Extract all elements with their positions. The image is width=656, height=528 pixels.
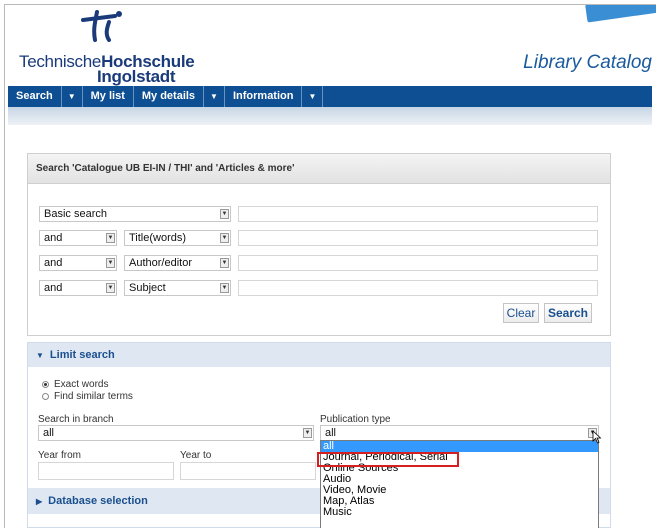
search-input-1[interactable] (238, 206, 598, 222)
chevron-down-icon: ▼ (106, 283, 115, 293)
logo-text-line2: Ingolstadt (97, 67, 176, 86)
search-field-select-4[interactable]: Subject ▼ (124, 280, 231, 296)
thi-logo-icon (81, 10, 122, 42)
radio-checked-icon (42, 381, 49, 388)
branch-select[interactable]: all ▼ (38, 425, 314, 441)
search-button[interactable]: Search (544, 303, 592, 323)
nav-my-list[interactable]: My list (83, 86, 134, 107)
caret-down-icon: ▼ (36, 351, 44, 360)
limit-search-toggle[interactable]: ▼ Limit search (28, 343, 610, 367)
nav-information[interactable]: Information (225, 86, 303, 107)
search-field-select-2[interactable]: Title(words) ▼ (124, 230, 231, 246)
nav-my-details-dropdown-icon[interactable]: ▼ (204, 86, 225, 107)
search-input-4[interactable] (238, 280, 598, 296)
chevron-down-icon: ▼ (220, 233, 229, 243)
search-field-select-3[interactable]: Author/editor ▼ (124, 255, 231, 271)
corner-swoosh (585, 5, 656, 23)
chevron-down-icon: ▼ (303, 428, 312, 438)
publication-type-label: Publication type (320, 414, 391, 425)
search-field-select-1[interactable]: Basic search ▼ (39, 206, 231, 222)
mouse-cursor-icon (592, 430, 602, 444)
chevron-down-icon: ▼ (220, 283, 229, 293)
radio-exact-words[interactable]: Exact words (42, 379, 108, 390)
nav-information-dropdown-icon[interactable]: ▼ (302, 86, 324, 107)
chevron-down-icon: ▼ (220, 258, 229, 268)
nav-search[interactable]: Search (8, 86, 62, 107)
operator-select-3[interactable]: and ▼ (39, 255, 117, 271)
chevron-down-icon: ▼ (220, 209, 229, 219)
year-to-label: Year to (180, 450, 212, 461)
publication-type-select[interactable]: all ▼ (320, 425, 599, 441)
catalog-title: Library Catalog (523, 52, 652, 73)
highlight-annotation-box (317, 452, 459, 467)
pubtype-option-map[interactable]: Map, Atlas (321, 496, 598, 507)
year-from-label: Year from (38, 450, 81, 461)
year-to-input[interactable] (180, 462, 316, 480)
nav-search-dropdown-icon[interactable]: ▼ (62, 86, 83, 107)
caret-right-icon: ▶ (36, 497, 43, 506)
operator-select-2[interactable]: and ▼ (39, 230, 117, 246)
search-input-2[interactable] (238, 230, 598, 246)
pubtype-option-music[interactable]: Music (321, 507, 598, 518)
chevron-down-icon: ▼ (106, 233, 115, 243)
branch-label: Search in branch (38, 414, 114, 425)
year-from-input[interactable] (38, 462, 174, 480)
search-panel-title: Search 'Catalogue UB EI-IN / THI' and 'A… (28, 154, 610, 184)
main-navbar: Search ▼ My list My details ▼ Informatio… (8, 86, 652, 107)
operator-select-4[interactable]: and ▼ (39, 280, 117, 296)
radio-unchecked-icon (42, 393, 49, 400)
radio-similar-terms[interactable]: Find similar terms (42, 391, 133, 402)
nav-gradient-band (8, 107, 652, 125)
search-input-3[interactable] (238, 255, 598, 271)
chevron-down-icon: ▼ (106, 258, 115, 268)
nav-my-details[interactable]: My details (134, 86, 205, 107)
clear-button[interactable]: Clear (503, 303, 539, 323)
